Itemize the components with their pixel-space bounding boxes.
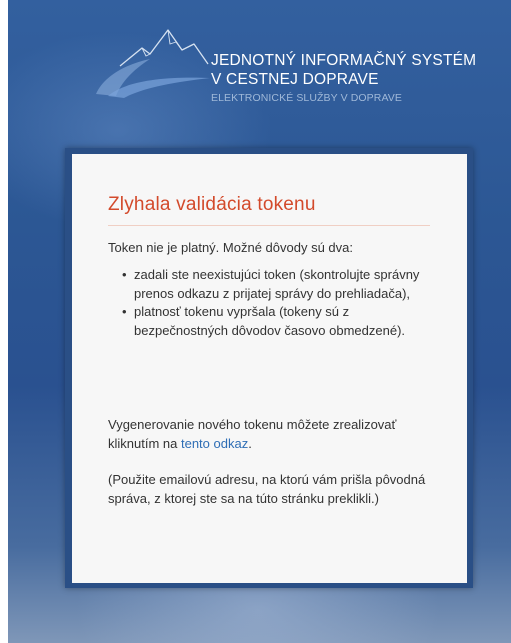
- title-divider: [108, 225, 430, 226]
- reasons-list: zadali ste neexistujúci token (skontrolu…: [108, 266, 430, 340]
- mountain-swoosh-icon: [96, 29, 210, 98]
- list-item: zadali ste neexistujúci token (skontrolu…: [108, 266, 430, 303]
- regenerate-text: Vygenerovanie nového tokenu môžete zreal…: [108, 416, 430, 453]
- logo-subtitle: ELEKTRONICKÉ SLUŽBY V DOPRAVE: [211, 92, 402, 104]
- error-title: Zlyhala validácia tokenu: [108, 194, 316, 215]
- list-item: platnosť tokenu vypršala (tokeny sú z be…: [108, 303, 430, 340]
- logo-title-line2: V CESTNEJ DOPRAVE: [211, 71, 379, 88]
- regenerate-token-link[interactable]: tento odkaz: [181, 436, 248, 451]
- error-intro: Token nie je platný. Možné dôvody sú dva…: [108, 240, 353, 255]
- email-note: (Použite emailovú adresu, na ktorú vám p…: [108, 472, 426, 506]
- regenerate-text-label: Vygenerovanie nového tokenu môžete zreal…: [108, 417, 397, 451]
- regenerate-text-end: .: [248, 435, 252, 451]
- logo-title-line1: JEDNOTNÝ INFORMAČNÝ SYSTÉM: [211, 52, 477, 69]
- error-card: Zlyhala validácia tokenu Token nie je pl…: [72, 154, 467, 583]
- site-logo: JEDNOTNÝ INFORMAČNÝ SYSTÉM V CESTNEJ DOP…: [90, 24, 490, 124]
